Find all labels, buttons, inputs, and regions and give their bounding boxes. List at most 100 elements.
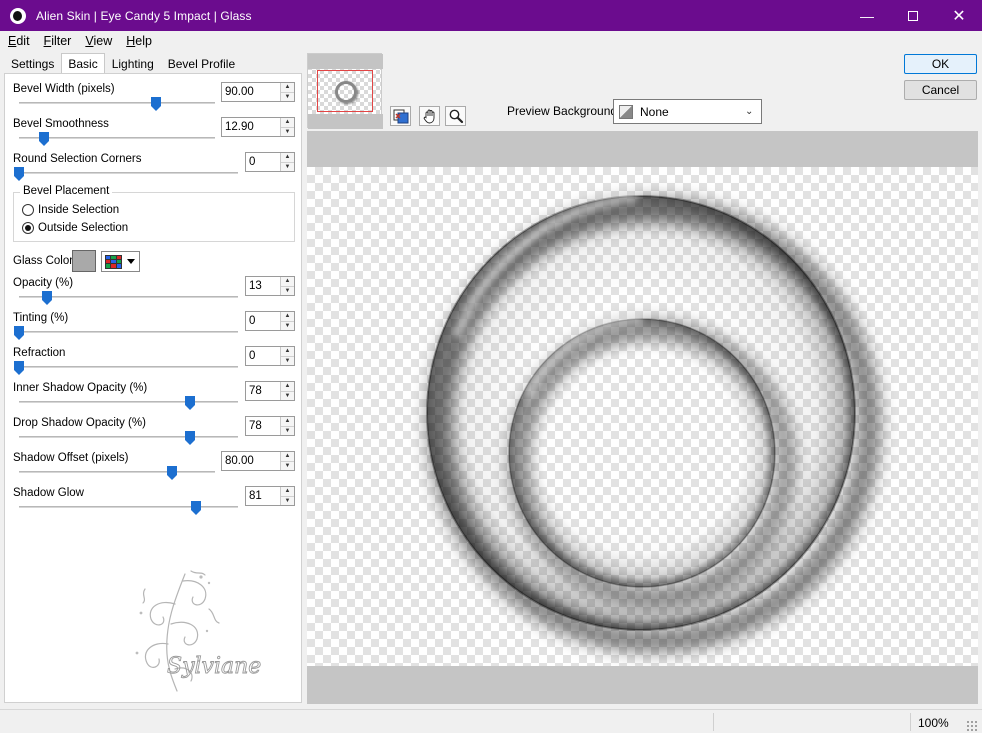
shadow-offset-value[interactable]: 80.00 bbox=[222, 452, 280, 470]
round-corners-slider-thumb[interactable] bbox=[14, 167, 24, 181]
shadow-glow-spinbox[interactable]: 81 ▲ ▼ bbox=[245, 486, 295, 506]
round-corners-label: Round Selection Corners bbox=[13, 153, 142, 165]
drop-shadow-opacity-value[interactable]: 78 bbox=[246, 417, 280, 435]
shadow-offset-slider-thumb[interactable] bbox=[166, 466, 177, 480]
shadow-glow-slider-thumb[interactable] bbox=[191, 501, 202, 515]
preview-background-value: None bbox=[640, 104, 669, 119]
spin-up-icon[interactable]: ▲ bbox=[281, 153, 294, 163]
dropdown-arrow-icon bbox=[127, 259, 135, 264]
spin-down-icon[interactable]: ▼ bbox=[281, 286, 294, 295]
spin-up-icon[interactable]: ▲ bbox=[281, 417, 294, 427]
preview-background-select[interactable]: None ⌄ bbox=[613, 99, 762, 124]
tinting-label: Tinting (%) bbox=[13, 312, 69, 324]
spin-down-icon[interactable]: ▼ bbox=[281, 92, 294, 101]
bevel-width-slider-track[interactable] bbox=[19, 102, 215, 104]
spin-down-icon[interactable]: ▼ bbox=[281, 321, 294, 330]
navigator-thumbnail[interactable] bbox=[307, 53, 383, 129]
spin-up-icon[interactable]: ▲ bbox=[281, 118, 294, 128]
shadow-offset-slider-track[interactable] bbox=[19, 471, 215, 473]
spin-down-icon[interactable]: ▼ bbox=[281, 496, 294, 505]
color-palette-dropdown[interactable] bbox=[101, 251, 140, 272]
radio-on-icon[interactable] bbox=[22, 222, 34, 234]
opacity-value[interactable]: 13 bbox=[246, 277, 280, 295]
opacity-label: Opacity (%) bbox=[13, 277, 74, 289]
tab-bevel-profile[interactable]: Bevel Profile bbox=[161, 53, 242, 73]
navigator-top-band bbox=[308, 54, 383, 69]
spin-up-icon[interactable]: ▲ bbox=[281, 312, 294, 322]
shadow-offset-spinbox[interactable]: 80.00 ▲ ▼ bbox=[221, 451, 295, 471]
shadow-glow-slider-track[interactable] bbox=[19, 506, 238, 508]
spin-up-icon[interactable]: ▲ bbox=[281, 487, 294, 497]
inner-shadow-opacity-slider-track[interactable] bbox=[19, 401, 238, 403]
spin-up-icon[interactable]: ▲ bbox=[281, 382, 294, 392]
refraction-slider-thumb[interactable] bbox=[14, 361, 24, 375]
opacity-slider-thumb[interactable] bbox=[42, 291, 53, 305]
bevel-smoothness-slider-thumb[interactable] bbox=[39, 132, 50, 146]
status-bar: 100% bbox=[0, 709, 982, 733]
close-button[interactable]: ✕ bbox=[936, 0, 982, 31]
menu-edit[interactable]: Edit bbox=[0, 34, 36, 48]
ok-button[interactable]: OK bbox=[904, 54, 977, 74]
minimize-button[interactable]: — bbox=[844, 0, 890, 31]
radio-off-icon[interactable] bbox=[22, 204, 34, 216]
preview-canvas[interactable] bbox=[307, 167, 978, 666]
tinting-spinbox[interactable]: 0 ▲ ▼ bbox=[245, 311, 295, 331]
radio-inside-selection[interactable]: Inside Selection bbox=[22, 204, 119, 216]
refraction-label: Refraction bbox=[13, 347, 66, 359]
zoom-tool-button[interactable] bbox=[445, 106, 466, 126]
spin-up-icon[interactable]: ▲ bbox=[281, 277, 294, 287]
spin-down-icon[interactable]: ▼ bbox=[281, 426, 294, 435]
bevel-width-value[interactable]: 90.00 bbox=[222, 83, 280, 101]
bevel-smoothness-label: Bevel Smoothness bbox=[13, 118, 109, 130]
refraction-value[interactable]: 0 bbox=[246, 347, 280, 365]
tinting-value[interactable]: 0 bbox=[246, 312, 280, 330]
round-corners-spinbox[interactable]: 0 ▲ ▼ bbox=[245, 152, 295, 172]
glass-color-swatch[interactable] bbox=[72, 250, 96, 272]
inner-shadow-opacity-spinbox[interactable]: 78 ▲ ▼ bbox=[245, 381, 295, 401]
round-corners-value[interactable]: 0 bbox=[246, 153, 280, 171]
shadow-glow-value[interactable]: 81 bbox=[246, 487, 280, 505]
maximize-button[interactable] bbox=[890, 0, 936, 31]
round-corners-slider-track[interactable] bbox=[19, 172, 238, 174]
radio-outside-selection[interactable]: Outside Selection bbox=[22, 222, 128, 234]
tinting-slider-track[interactable] bbox=[19, 331, 238, 333]
hand-icon bbox=[423, 109, 434, 124]
navigator-viewport-box[interactable] bbox=[317, 70, 373, 112]
tinting-slider-thumb[interactable] bbox=[14, 326, 24, 340]
menu-filter[interactable]: Filter bbox=[36, 34, 78, 48]
spin-down-icon[interactable]: ▼ bbox=[281, 162, 294, 171]
tab-settings[interactable]: Settings bbox=[4, 53, 61, 73]
settings-tabs: Settings Basic Lighting Bevel Profile bbox=[4, 53, 242, 74]
bevel-smoothness-value[interactable]: 12.90 bbox=[222, 118, 280, 136]
tab-lighting[interactable]: Lighting bbox=[105, 53, 161, 73]
drop-shadow-opacity-spinbox[interactable]: 78 ▲ ▼ bbox=[245, 416, 295, 436]
drop-shadow-opacity-slider-thumb[interactable] bbox=[184, 431, 195, 445]
opacity-spinbox[interactable]: 13 ▲ ▼ bbox=[245, 276, 295, 296]
spin-down-icon[interactable]: ▼ bbox=[281, 127, 294, 136]
refraction-slider-track[interactable] bbox=[19, 366, 238, 368]
preview-pane[interactable] bbox=[307, 131, 978, 704]
spin-down-icon[interactable]: ▼ bbox=[281, 391, 294, 400]
bevel-smoothness-spinbox[interactable]: 12.90 ▲ ▼ bbox=[221, 117, 295, 137]
spin-up-icon[interactable]: ▲ bbox=[281, 347, 294, 357]
cancel-button[interactable]: Cancel bbox=[904, 80, 977, 100]
spin-down-icon[interactable]: ▼ bbox=[281, 356, 294, 365]
bevel-width-slider-thumb[interactable] bbox=[151, 97, 162, 111]
refraction-spinbox[interactable]: 0 ▲ ▼ bbox=[245, 346, 295, 366]
hand-tool-button[interactable] bbox=[419, 106, 440, 126]
spin-up-icon[interactable]: ▲ bbox=[281, 83, 294, 93]
inner-shadow-opacity-slider-thumb[interactable] bbox=[184, 396, 195, 410]
preview-toggle-button[interactable] bbox=[390, 106, 411, 126]
sylviane-watermark: Sylviane bbox=[135, 570, 262, 692]
tab-basic[interactable]: Basic bbox=[61, 53, 105, 74]
drop-shadow-opacity-slider-track[interactable] bbox=[19, 436, 238, 438]
inner-shadow-opacity-value[interactable]: 78 bbox=[246, 382, 280, 400]
menu-help[interactable]: Help bbox=[118, 34, 158, 48]
resize-grip-icon[interactable] bbox=[966, 720, 978, 732]
menu-view[interactable]: View bbox=[77, 34, 118, 48]
spin-up-icon[interactable]: ▲ bbox=[281, 452, 294, 462]
basic-panel: Bevel Width (pixels) 90.00 ▲ ▼ Bevel Smoo… bbox=[4, 73, 302, 703]
spin-down-icon[interactable]: ▼ bbox=[281, 461, 294, 470]
palette-grid-icon bbox=[105, 254, 122, 269]
bevel-width-spinbox[interactable]: 90.00 ▲ ▼ bbox=[221, 82, 295, 102]
